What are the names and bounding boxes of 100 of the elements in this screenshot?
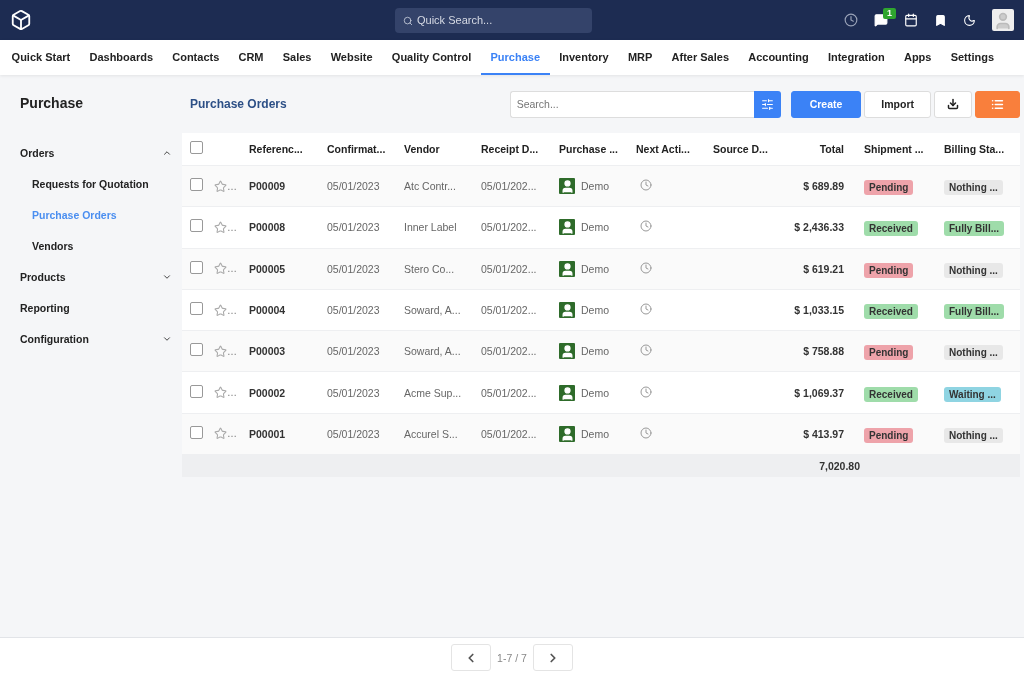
status-tag: Nothing ... <box>944 345 1003 361</box>
star-icon[interactable] <box>214 386 227 400</box>
clock-icon[interactable] <box>844 13 858 27</box>
menu-tab[interactable]: Sales <box>273 40 322 75</box>
star-icon[interactable] <box>214 427 227 441</box>
menu-tab[interactable]: Apps <box>894 40 942 75</box>
menu-tab[interactable]: Website <box>321 40 383 75</box>
table-cell: Demo <box>581 427 609 440</box>
search-field[interactable]: Search... <box>509 90 754 118</box>
star-ellipsis: … <box>227 263 237 275</box>
column-header[interactable]: Referenc... <box>249 143 327 155</box>
sidebar-subitem[interactable]: Requests for Quotation <box>20 168 172 199</box>
menu-tab[interactable]: Purchase <box>480 40 550 75</box>
status-tag: Fully Bill... <box>944 221 1004 237</box>
table-cell-text: 05/01/202... <box>481 221 538 234</box>
menu-tab[interactable]: Settings <box>941 40 1004 75</box>
row-checkbox[interactable] <box>190 343 203 357</box>
menu-tab[interactable]: Dashboards <box>79 40 163 75</box>
status-tag: Pending <box>864 180 914 196</box>
table-cell-text: Acme Sup... <box>404 386 463 399</box>
row-checkbox[interactable] <box>190 219 203 233</box>
menu-tab[interactable]: Quality Control <box>382 40 481 75</box>
menu-tab[interactable]: CRM <box>228 40 274 75</box>
table-cell-text: 05/01/202... <box>481 262 538 275</box>
table-cell-text: $ 619.21 <box>802 262 845 275</box>
menu-tab[interactable]: Inventory <box>549 40 619 75</box>
status-tag: Pending <box>864 345 914 361</box>
star-ellipsis: … <box>227 221 237 233</box>
table-cell-text: $ 413.97 <box>802 427 845 440</box>
total-sum: 7,020.80 <box>818 459 861 472</box>
table-cell: Demo <box>581 345 609 358</box>
menu-tab[interactable]: MRP <box>618 40 662 75</box>
table-cell: Demo <box>581 304 609 317</box>
column-header[interactable]: Billing Sta... <box>944 143 1020 155</box>
row-checkbox[interactable] <box>190 384 203 398</box>
pager-text: 1-7 / 7 <box>497 651 527 664</box>
menu-tab[interactable]: Accounting <box>738 40 819 75</box>
column-header[interactable]: Confirmat... <box>327 143 404 155</box>
sidebar-item[interactable]: Reporting <box>20 292 172 323</box>
star-icon[interactable] <box>214 303 227 317</box>
table-cell: Demo <box>581 386 609 399</box>
moon-icon[interactable] <box>963 13 976 27</box>
table-cell-text: $ 689.89 <box>802 180 845 193</box>
sidebar-item[interactable]: Configuration <box>20 323 172 354</box>
toolbar-button[interactable]: Create <box>790 90 862 118</box>
next-page-button[interactable] <box>532 644 573 671</box>
download-icon <box>947 98 959 110</box>
sidebar-title: Purchase <box>20 95 85 111</box>
star-icon[interactable] <box>214 262 227 276</box>
sidebar-subitem[interactable]: Vendors <box>20 230 172 261</box>
cube-logo-icon[interactable] <box>10 9 32 31</box>
status-tag: Received <box>864 221 918 237</box>
table-cell-text: P00003 <box>249 345 287 358</box>
filter-button[interactable] <box>753 90 781 118</box>
status-tag: Received <box>864 386 918 402</box>
table-cell-text: Accurel S... <box>404 427 459 440</box>
calendar-icon[interactable] <box>904 13 918 27</box>
bookmark-icon[interactable] <box>934 13 947 27</box>
status-tag: Pending <box>864 427 914 443</box>
notification-count: 1 <box>883 8 896 19</box>
table-cell-text: $ 1,033.15 <box>793 304 845 317</box>
column-header[interactable]: Shipment ... <box>864 143 944 155</box>
table-cell-text: P00005 <box>249 262 287 275</box>
table-cell-text: 05/01/2023 <box>327 386 381 399</box>
row-checkbox[interactable] <box>190 302 203 316</box>
column-header[interactable]: Receipt D... <box>481 143 559 155</box>
table-cell-text: 05/01/2023 <box>327 180 381 193</box>
status-tag: Nothing ... <box>944 427 1003 443</box>
star-ellipsis: … <box>227 345 237 357</box>
user-avatar[interactable] <box>992 9 1014 31</box>
table-cell-text: 05/01/202... <box>481 304 538 317</box>
star-icon[interactable] <box>214 220 227 234</box>
table-cell-text: 05/01/202... <box>481 386 538 399</box>
star-icon[interactable] <box>214 179 227 193</box>
menu-tab[interactable]: Integration <box>818 40 895 75</box>
table-cell-text: 05/01/2023 <box>327 221 381 234</box>
select-all-checkbox[interactable] <box>190 141 203 154</box>
sidebar-item[interactable]: Products <box>20 261 172 292</box>
column-header[interactable]: Total <box>789 143 864 155</box>
star-icon[interactable] <box>214 344 227 358</box>
column-header[interactable]: Vendor <box>404 143 481 155</box>
menu-tab[interactable]: After Sales <box>661 40 739 75</box>
download-button[interactable] <box>934 90 972 118</box>
menu-tab[interactable]: Contacts <box>162 40 229 75</box>
row-checkbox[interactable] <box>190 260 203 274</box>
quick-search-field[interactable]: Quick Search... <box>395 7 592 33</box>
menu-tab[interactable]: Quick Start <box>2 40 80 75</box>
column-header[interactable]: Purchase ... <box>559 143 636 155</box>
column-header[interactable]: Next Acti... <box>636 143 713 155</box>
toolbar-button[interactable]: Import <box>864 90 931 118</box>
column-header[interactable]: Source D... <box>713 143 789 155</box>
previous-page-button[interactable] <box>451 644 492 671</box>
search-icon <box>403 15 413 26</box>
table-cell-text: P00002 <box>249 386 287 399</box>
user-icon <box>559 260 575 277</box>
sidebar-item[interactable]: Orders <box>20 137 172 168</box>
row-checkbox[interactable] <box>190 425 203 439</box>
table-cell-text: Soward, A... <box>404 345 462 358</box>
table-cell-text: P00004 <box>249 304 287 317</box>
row-checkbox[interactable] <box>190 178 203 192</box>
